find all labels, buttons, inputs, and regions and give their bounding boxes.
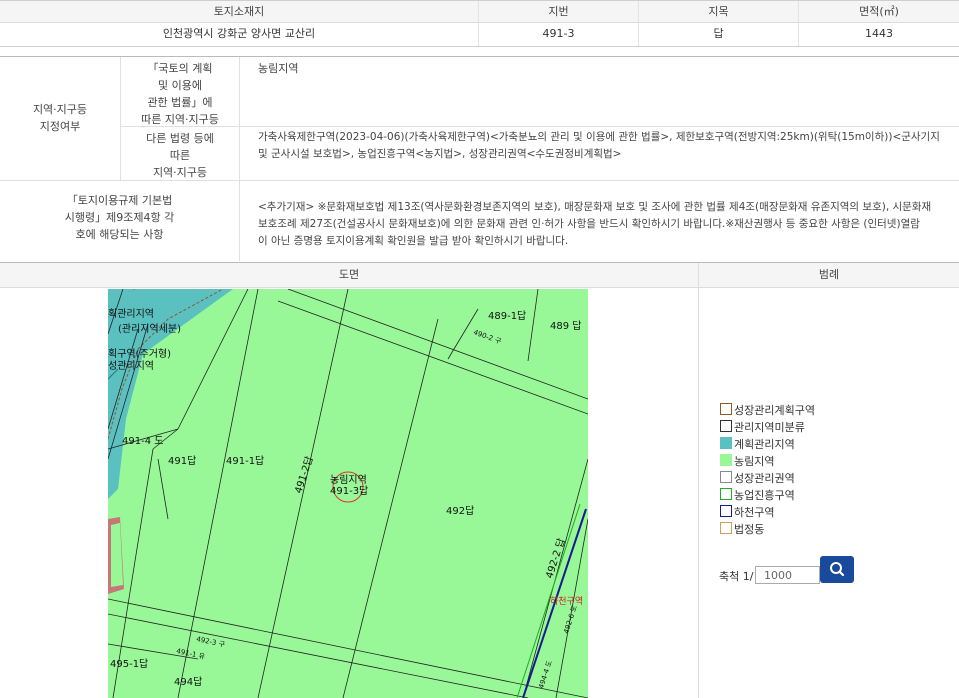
map-label-mgmt-top: 획관리지역	[108, 308, 154, 320]
map-label-road-2: 492-3 구	[196, 635, 227, 649]
other-law-value-1: 가축사육제한구역(2023-04-06)(가축사육제한구역)<가축분뇨의 관리 …	[258, 131, 940, 143]
regulation-value-3: 이 아닌 증명용 토지이용계획 확인원을 발급 받아 확인하시기 바랍니다.	[258, 235, 569, 247]
header-land-category: 지목	[639, 1, 799, 23]
drawing-header: 도면	[0, 263, 699, 288]
legend-item: 하천구역	[720, 505, 774, 519]
other-law-label-1: 다른 법령 등에	[146, 132, 214, 145]
map-label-selected-zone: 농림지역	[330, 474, 367, 486]
legend-swatch	[720, 522, 732, 534]
map-label-gr-mgmt: 성관리지역	[108, 360, 154, 372]
map-label-road-3: 491-1 유	[176, 647, 207, 661]
regulation-value-1: <추가기재> ※문화재보호법 제13조(역사문화환경보존지역의 보호), 매장문…	[258, 201, 932, 213]
legend-label: 관리지역미분류	[734, 421, 805, 434]
zoning-group-line2: 지정여부	[39, 120, 81, 133]
cell-location: 인천광역시 강화군 양사면 교산리	[0, 22, 479, 46]
legend-swatch	[720, 403, 732, 415]
map-label-edge-red: 하천구역	[550, 596, 583, 607]
legend-swatch	[720, 437, 732, 449]
header-area: 면적(㎡)	[799, 1, 959, 23]
legend-label: 농림지역	[734, 455, 775, 468]
legend-label: 성장관리권역	[734, 472, 795, 485]
planning-zone-left	[108, 289, 233, 499]
legend-item: 성장관리권역	[720, 471, 795, 485]
legend-swatch	[720, 420, 732, 432]
cell-lot-number: 491-3	[479, 22, 639, 46]
planning-zone-inner	[111, 523, 123, 587]
scale-input[interactable]	[755, 566, 820, 584]
legend-item: 법정동	[720, 522, 764, 536]
search-icon	[830, 562, 845, 577]
legend-label: 성장관리계획구역	[734, 404, 815, 417]
map-label-491-2: 491-2답	[292, 455, 315, 495]
regulation-label-1: 「토지이용규제 기본법	[66, 194, 173, 207]
map-label-494: 494답	[174, 676, 202, 688]
legend-header: 범례	[699, 263, 959, 288]
legend-swatch	[720, 471, 732, 483]
zoning-group-line1: 지역·지구등	[32, 103, 88, 116]
other-law-label-2: 따른	[169, 149, 191, 162]
map-label-gr-district: 획구역(주거형)	[108, 348, 171, 360]
national-law-label-1: 「국토의 계획	[147, 62, 213, 75]
map-label-road-5: 494-4 도	[537, 659, 554, 690]
cell-area: 1443	[865, 27, 893, 40]
map-label-491-1: 491-1답	[226, 455, 264, 467]
map-label-road-4: 492-6 도	[562, 604, 579, 635]
map-label-road-1: 490-2 구	[472, 328, 503, 346]
national-law-value: 농림지역	[258, 62, 299, 75]
map-label-selected-lot: 491-3답	[330, 485, 368, 497]
scale-label: 축척 1/	[719, 570, 754, 583]
legend-label: 계획관리지역	[734, 438, 795, 451]
legend-item: 성장관리계획구역	[720, 403, 815, 417]
legend-item: 농림지역	[720, 454, 774, 468]
legend-swatch	[720, 488, 732, 500]
legend-swatch	[720, 454, 732, 466]
header-lot-number: 지번	[479, 1, 639, 23]
legend-item: 관리지역미분류	[720, 420, 805, 434]
legend-item: 농업진흥구역	[720, 488, 795, 502]
map-canvas: 획관리지역 (관리지역세분) 획구역(주거형) 성관리지역 489-1답 489…	[108, 289, 588, 698]
map-label-489-1: 489-1답	[488, 310, 526, 322]
regulation-value-2: 보호조례 제27조(건설공사시 문화재보호)에 의한 문화재 관련 인·허가 사…	[258, 218, 920, 230]
national-law-label-3: 관한 법률」에	[147, 96, 213, 109]
national-law-label-4: 따른 지역·지구등	[141, 113, 219, 126]
legend-label: 하천구역	[734, 506, 775, 519]
header-location: 토지소재지	[0, 1, 479, 23]
map-label-489: 489 답	[550, 320, 581, 332]
legend-item: 계획관리지역	[720, 437, 795, 451]
regulation-label-2: 시행령」제9조제4항 각	[64, 211, 175, 224]
national-law-label-2: 및 이용에	[158, 79, 202, 92]
map-label-491-4: 491-4 도	[122, 436, 163, 447]
regulation-label-3: 호에 해당되는 사항	[75, 228, 164, 241]
land-use-map[interactable]: 획관리지역 (관리지역세분) 획구역(주거형) 성관리지역 489-1답 489…	[108, 289, 588, 698]
cell-land-category: 답	[639, 22, 799, 46]
map-label-mgmt-top2: (관리지역세분)	[118, 323, 181, 335]
other-law-label-3: 지역·지구등	[152, 166, 208, 179]
legend-label: 농업진흥구역	[734, 489, 795, 502]
legend-label: 법정동	[734, 523, 765, 536]
legend-swatch	[720, 505, 732, 517]
map-label-492: 492답	[446, 505, 474, 517]
scale-search-button[interactable]	[820, 556, 854, 583]
map-label-491: 491답	[168, 455, 196, 467]
map-label-495-1: 495-1답	[110, 658, 148, 670]
other-law-value-2: 및 군사시설 보호법>, 농업진흥구역<농지법>, 성장관리권역<수도권정비계획…	[258, 148, 622, 160]
